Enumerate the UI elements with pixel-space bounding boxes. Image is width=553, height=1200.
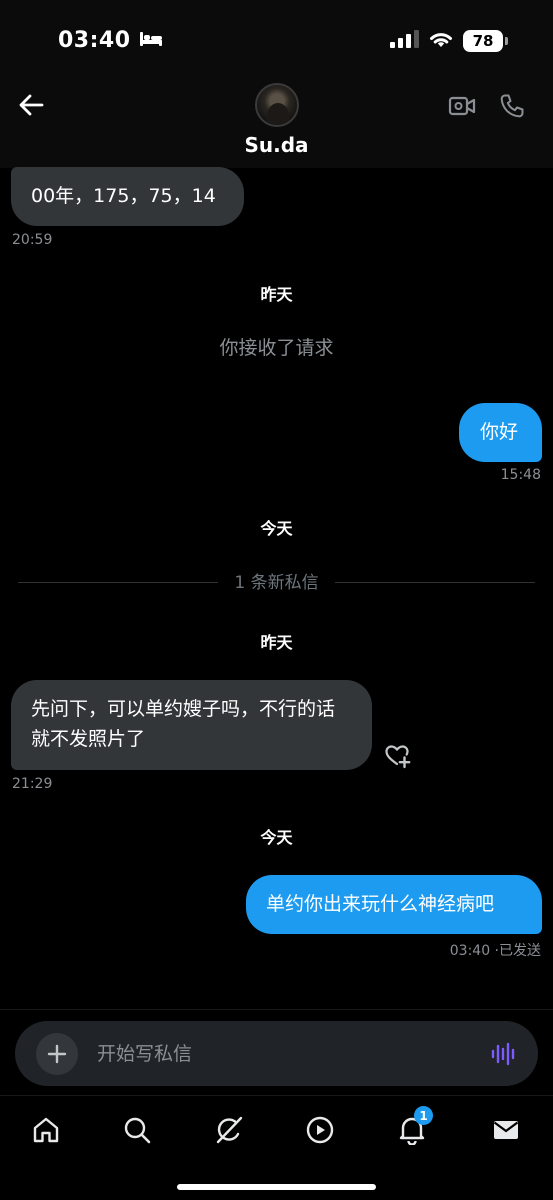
grok-icon	[216, 1116, 243, 1144]
wifi-icon	[428, 29, 454, 53]
top-bar: 03:40 78 Su.da	[0, 0, 553, 168]
messages-icon	[493, 1121, 519, 1139]
search-icon	[124, 1117, 151, 1144]
voice-message-button[interactable]	[488, 1039, 518, 1069]
date-separator: 今天	[260, 828, 293, 847]
plus-icon	[47, 1044, 67, 1064]
received-message-bubble[interactable]: 先问下，可以单约嫂子吗，不行的话就不发照片了	[11, 680, 372, 770]
status-time: 03:40	[58, 28, 163, 53]
request-accepted-note: 你接收了请求	[219, 337, 334, 359]
phone-icon	[500, 94, 524, 118]
received-message-bubble[interactable]: 00年，175，75，14	[11, 167, 244, 226]
date-separator: 昨天	[260, 633, 293, 652]
date-separator: 今天	[260, 519, 293, 538]
message-composer	[15, 1021, 538, 1086]
status-indicators: 78	[389, 29, 508, 53]
voice-call-button[interactable]	[496, 90, 528, 122]
composer-separator	[0, 1009, 553, 1010]
audio-waveform-icon	[491, 1042, 515, 1066]
message-timestamp: 20:59	[12, 232, 53, 248]
new-messages-divider: 1 条新私信	[234, 573, 319, 593]
nav-grok[interactable]	[209, 1110, 249, 1150]
date-separator: 昨天	[260, 285, 293, 304]
sent-message-bubble[interactable]: 你好	[459, 403, 542, 462]
video-call-button[interactable]	[446, 90, 478, 122]
clock-text: 03:40	[58, 28, 131, 53]
video-icon	[306, 1116, 334, 1144]
contact-avatar[interactable]	[255, 83, 299, 127]
cellular-signal-icon	[389, 29, 419, 53]
home-indicator	[177, 1184, 376, 1190]
video-camera-icon	[448, 96, 476, 116]
nav-messages[interactable]	[486, 1110, 526, 1150]
nav-home[interactable]	[26, 1110, 66, 1150]
battery-indicator: 78	[463, 30, 508, 52]
react-button[interactable]	[384, 742, 412, 770]
sent-message-bubble[interactable]: 单约你出来玩什么神经病吧	[246, 875, 542, 934]
message-timestamp: 21:29	[12, 776, 53, 792]
add-attachment-button[interactable]	[36, 1033, 78, 1075]
contact-name[interactable]: Su.da	[0, 133, 553, 157]
message-input[interactable]	[97, 1038, 467, 1070]
heart-plus-icon	[385, 745, 411, 769]
nav-search[interactable]	[117, 1110, 157, 1150]
notification-badge: 1	[414, 1106, 433, 1125]
message-timestamp: 15:48	[500, 467, 541, 483]
nav-video[interactable]	[300, 1110, 340, 1150]
back-arrow-icon	[19, 94, 44, 116]
message-timestamp-status: 03:40 ·已发送	[449, 943, 541, 959]
nav-notifications[interactable]: 1	[392, 1106, 433, 1150]
bed-icon	[139, 28, 163, 53]
home-icon	[33, 1117, 59, 1143]
back-button[interactable]	[14, 88, 48, 122]
